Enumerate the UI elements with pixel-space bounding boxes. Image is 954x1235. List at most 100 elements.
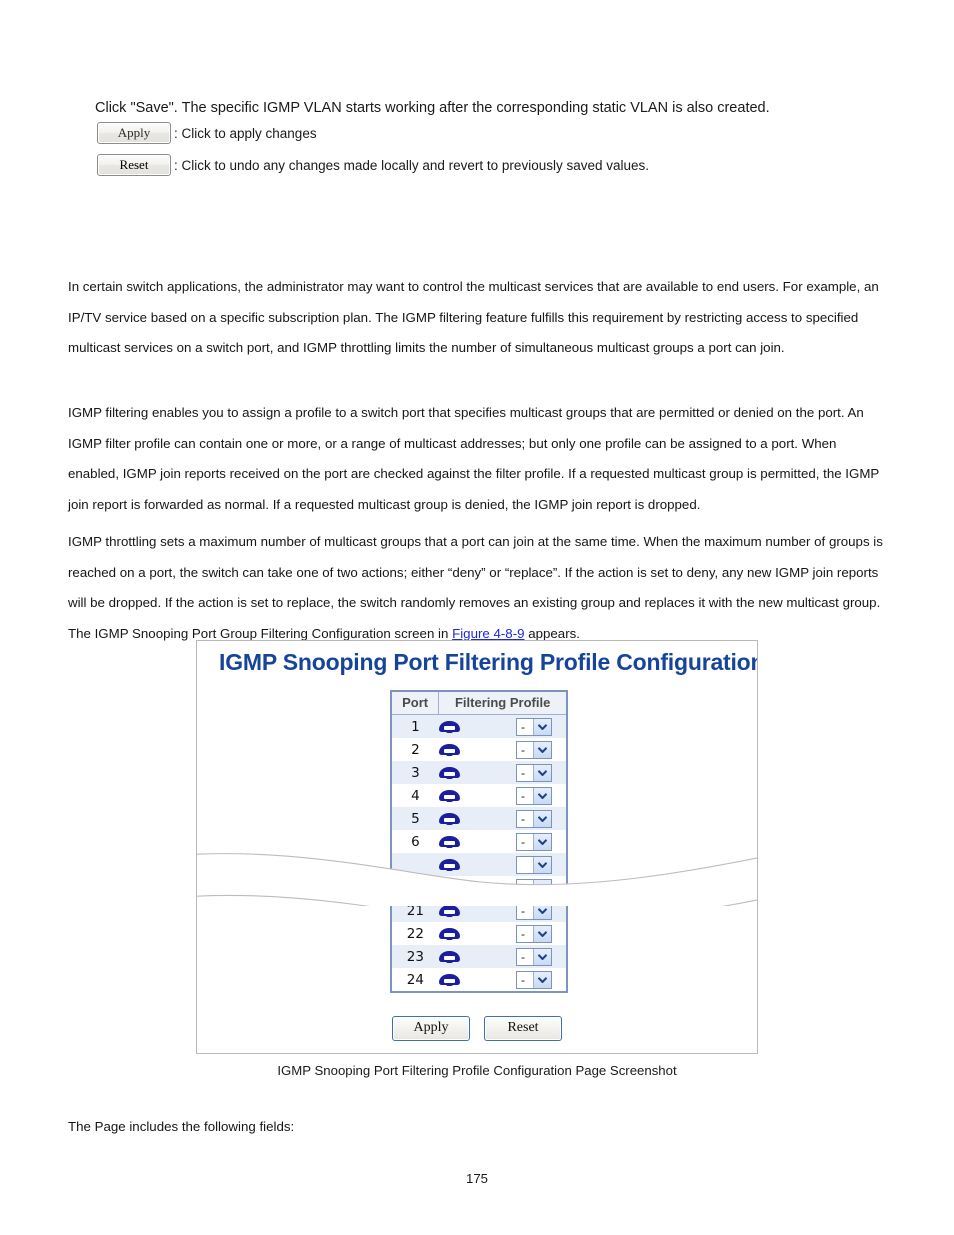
figure-page-title: IGMP Snooping Port Filtering Profile Con… — [219, 649, 758, 675]
filtering-profile-select[interactable]: - — [516, 809, 552, 828]
apply-description-label: : Click to apply changes — [174, 125, 317, 141]
filtering-profile-value: - — [521, 903, 525, 918]
chevron-down-icon[interactable] — [533, 856, 551, 873]
port-jack-icon — [438, 835, 460, 848]
table-body-top: 1 - 2 - 3 - 4 - 5 - 6 - 21 - 22 - 23 - 2… — [391, 714, 567, 992]
cell-filtering-profile: - — [438, 922, 567, 945]
cell-port-number — [391, 876, 439, 899]
port-filtering-table: Port Filtering Profile 1 - 2 - 3 - 4 - 5… — [390, 690, 568, 993]
port-filtering-table-wrapper: Port Filtering Profile 1 - 2 - 3 - 4 - 5… — [390, 690, 568, 993]
filtering-profile-select[interactable]: - — [516, 832, 552, 851]
filtering-profile-value: - — [521, 811, 525, 826]
port-jack-icon — [438, 766, 460, 779]
filtering-profile-select[interactable]: - — [516, 970, 552, 989]
apply-description-row: Apply : Click to apply changes — [97, 122, 317, 144]
paragraph-text-after-link: appears. — [524, 625, 580, 641]
cell-filtering-profile: - — [438, 830, 567, 853]
filtering-profile-select[interactable] — [516, 878, 552, 897]
chevron-down-icon[interactable] — [533, 718, 551, 735]
figure-apply-button[interactable]: Apply — [392, 1016, 470, 1041]
cell-filtering-profile — [438, 876, 567, 899]
filtering-profile-select[interactable]: - — [516, 901, 552, 920]
filtering-profile-select[interactable]: - — [516, 763, 552, 782]
filtering-profile-value: - — [521, 742, 525, 757]
cell-port-number: 22 — [391, 922, 439, 945]
port-jack-icon — [438, 789, 460, 802]
reset-description-row: Reset : Click to undo any changes made l… — [97, 154, 649, 176]
cell-port-number: 2 — [391, 738, 439, 761]
filtering-profile-value: - — [521, 972, 525, 987]
intro-lead-text: Click "Save". The specific IGMP VLAN sta… — [95, 100, 770, 116]
table-row: 22 - — [391, 922, 567, 945]
figure-action-buttons: Apply Reset — [197, 1016, 757, 1041]
filtering-profile-value: - — [521, 719, 525, 734]
figure-reset-button[interactable]: Reset — [484, 1016, 562, 1041]
chevron-down-icon[interactable] — [533, 925, 551, 942]
paragraph-igmp-throttling: IGMP throttling sets a maximum number of… — [68, 527, 886, 649]
filtering-profile-select[interactable]: - — [516, 947, 552, 966]
table-row: 6 - — [391, 830, 567, 853]
table-row — [391, 876, 567, 899]
cell-filtering-profile: - — [438, 807, 567, 830]
chevron-down-icon[interactable] — [533, 971, 551, 988]
table-row — [391, 853, 567, 876]
figure-reference-link[interactable]: Figure 4-8-9 — [452, 626, 524, 641]
table-row: 24 - — [391, 968, 567, 992]
port-jack-icon — [438, 973, 460, 986]
cell-filtering-profile: - — [438, 738, 567, 761]
cell-port-number: 24 — [391, 968, 439, 992]
filtering-profile-select[interactable] — [516, 855, 552, 874]
table-row: 1 - — [391, 714, 567, 738]
table-row: 4 - — [391, 784, 567, 807]
cell-port-number: 4 — [391, 784, 439, 807]
filtering-profile-value: - — [521, 949, 525, 964]
port-jack-icon — [438, 743, 460, 756]
footer-note-text: The Page includes the following fields: — [68, 1119, 295, 1134]
table-row: 2 - — [391, 738, 567, 761]
figure-screenshot-container: IGMP Snooping Port Filtering Profile Con… — [196, 640, 758, 1054]
filtering-profile-select[interactable]: - — [516, 924, 552, 943]
cell-filtering-profile — [438, 853, 567, 876]
chevron-down-icon[interactable] — [533, 787, 551, 804]
chevron-down-icon[interactable] — [533, 741, 551, 758]
cell-filtering-profile: - — [438, 784, 567, 807]
page-number: 175 — [465, 1171, 488, 1186]
table-row: 5 - — [391, 807, 567, 830]
chevron-down-icon[interactable] — [533, 879, 551, 896]
chevron-down-icon[interactable] — [533, 902, 551, 919]
port-jack-icon — [438, 881, 460, 894]
port-jack-icon — [438, 858, 460, 871]
port-jack-icon — [438, 720, 460, 733]
table-row: 21 - — [391, 899, 567, 922]
chevron-down-icon[interactable] — [533, 948, 551, 965]
chevron-down-icon[interactable] — [533, 764, 551, 781]
apply-button[interactable]: Apply — [97, 122, 171, 144]
table-header-row: Port Filtering Profile — [390, 690, 568, 715]
cell-filtering-profile: - — [438, 899, 567, 922]
cell-port-number: 3 — [391, 761, 439, 784]
reset-button[interactable]: Reset — [97, 154, 171, 176]
chevron-down-icon[interactable] — [533, 810, 551, 827]
column-header-filtering-profile: Filtering Profile — [438, 690, 568, 715]
cell-filtering-profile: - — [438, 714, 567, 738]
port-jack-icon — [438, 812, 460, 825]
chevron-down-icon[interactable] — [533, 833, 551, 850]
filtering-profile-select[interactable]: - — [516, 786, 552, 805]
filtering-profile-value: - — [521, 765, 525, 780]
reset-description-label: : Click to undo any changes made locally… — [174, 157, 650, 173]
port-jack-icon — [438, 950, 460, 963]
cell-port-number: 23 — [391, 945, 439, 968]
paragraph-igmp-filtering-profiles: IGMP filtering enables you to assign a p… — [68, 405, 880, 512]
port-jack-icon — [438, 904, 460, 917]
cell-port-number: 21 — [391, 899, 439, 922]
filtering-profile-value: - — [521, 834, 525, 849]
cell-port-number: 6 — [391, 830, 439, 853]
filtering-profile-select[interactable]: - — [516, 740, 552, 759]
cell-filtering-profile: - — [438, 945, 567, 968]
filtering-profile-select[interactable]: - — [516, 717, 552, 736]
figure-caption: IGMP Snooping Port Filtering Profile Con… — [277, 1063, 677, 1078]
cell-filtering-profile: - — [438, 761, 567, 784]
paragraph-igmp-filtering-intro: In certain switch applications, the admi… — [68, 279, 879, 355]
filtering-profile-value: - — [521, 788, 525, 803]
cell-port-number: 5 — [391, 807, 439, 830]
